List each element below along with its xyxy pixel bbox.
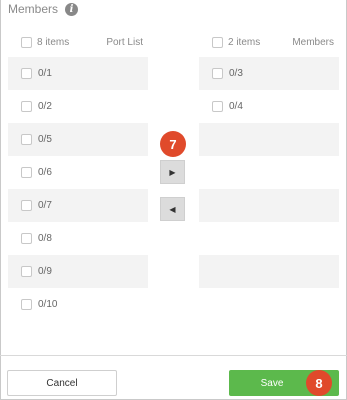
item-label: 0/1: [38, 68, 52, 79]
cancel-button[interactable]: Cancel: [7, 370, 117, 396]
item-checkbox[interactable]: [21, 134, 32, 145]
item-checkbox[interactable]: [21, 299, 32, 310]
port-list-title: Port List: [106, 36, 143, 48]
item-label: 0/4: [229, 101, 243, 112]
item-checkbox[interactable]: [21, 233, 32, 244]
list-item[interactable]: 0/7: [8, 189, 148, 222]
caret-right-icon: ▶: [169, 167, 176, 177]
select-all-members-checkbox[interactable]: [212, 36, 223, 48]
item-label: 0/2: [38, 101, 52, 112]
members-panel: 2 items Members 0/3 0/4: [199, 30, 339, 123]
members-title: Members: [292, 36, 334, 48]
list-item[interactable]: 0/10: [8, 288, 148, 321]
item-checkbox[interactable]: [21, 68, 32, 79]
item-label: 0/7: [38, 200, 52, 211]
members-header: Members i: [8, 1, 79, 17]
list-item[interactable]: 0/8: [8, 222, 148, 255]
list-item[interactable]: 0/5: [8, 123, 148, 156]
list-item[interactable]: 0/3: [199, 57, 339, 90]
members-list: 0/3 0/4: [199, 57, 339, 123]
item-label: 0/3: [229, 68, 243, 79]
list-item[interactable]: 0/2: [8, 90, 148, 123]
port-list-panel: 8 items Port List 0/1 0/2 0/5 0/6 0/7 0/…: [8, 30, 148, 321]
port-list-count: 8 items: [37, 36, 70, 48]
port-list-header: 8 items Port List: [8, 30, 148, 54]
step-badge-7: 7: [160, 131, 186, 157]
item-label: 0/8: [38, 233, 52, 244]
list-item[interactable]: 0/1: [8, 57, 148, 90]
list-item[interactable]: 0/4: [199, 90, 339, 123]
step-badge-8: 8: [306, 370, 332, 396]
list-item[interactable]: 0/6: [8, 156, 148, 189]
item-checkbox[interactable]: [212, 68, 223, 79]
caret-left-icon: ◀: [169, 204, 176, 214]
item-checkbox[interactable]: [212, 101, 223, 112]
port-list: 0/1 0/2 0/5 0/6 0/7 0/8 0/9 0/10: [8, 57, 148, 321]
item-checkbox[interactable]: [21, 266, 32, 277]
members-count: 2 items: [228, 36, 261, 48]
select-all-ports-checkbox[interactable]: [21, 36, 32, 48]
item-checkbox[interactable]: [21, 200, 32, 211]
item-checkbox[interactable]: [21, 101, 32, 112]
save-button-label: Save: [260, 377, 284, 389]
members-list-header: 2 items Members: [199, 30, 339, 54]
list-item[interactable]: 0/9: [8, 255, 148, 288]
section-title: Members: [8, 2, 59, 16]
footer-divider: [0, 355, 347, 356]
item-label: 0/6: [38, 167, 52, 178]
info-icon[interactable]: i: [65, 2, 79, 16]
item-label: 0/10: [38, 299, 58, 310]
item-label: 0/9: [38, 266, 52, 277]
item-checkbox[interactable]: [21, 167, 32, 178]
move-right-button[interactable]: ▶: [160, 160, 185, 184]
item-label: 0/5: [38, 134, 52, 145]
move-left-button[interactable]: ◀: [160, 197, 185, 221]
